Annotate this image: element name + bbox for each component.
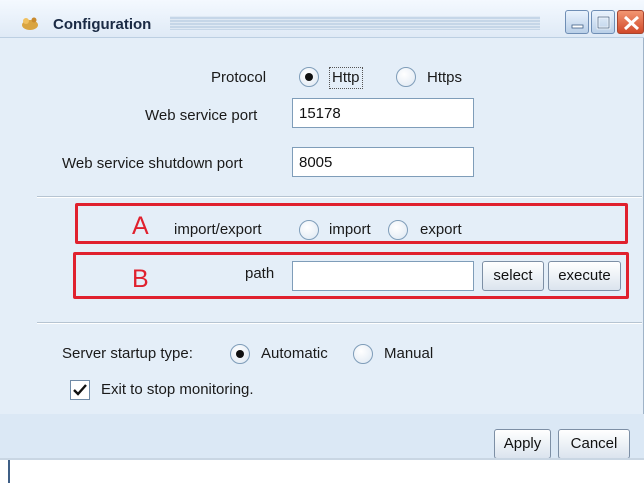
import-radio[interactable] — [299, 220, 319, 240]
cancel-button[interactable]: Cancel — [558, 429, 630, 459]
section-b-marker: B — [132, 265, 149, 293]
startup-automatic-label[interactable]: Automatic — [261, 345, 328, 362]
export-radio[interactable] — [388, 220, 408, 240]
path-label: path — [245, 265, 275, 282]
maximize-icon — [596, 15, 611, 30]
separator-top — [37, 196, 642, 198]
checkmark-icon — [73, 384, 87, 396]
startup-automatic-radio[interactable] — [230, 344, 250, 364]
web-service-port-label: Web service port — [145, 107, 258, 124]
startup-manual-label[interactable]: Manual — [384, 345, 433, 362]
select-button[interactable]: select — [482, 261, 544, 291]
close-icon — [623, 15, 640, 31]
protocol-http-label[interactable]: Http — [329, 67, 363, 89]
exit-stop-monitoring-checkbox[interactable] — [70, 380, 90, 400]
import-export-label: import/export — [174, 221, 262, 238]
window-bottom-edge — [0, 458, 644, 460]
protocol-label: Protocol — [211, 69, 267, 86]
web-service-port-input[interactable] — [292, 98, 474, 128]
separator-bottom — [37, 322, 642, 324]
import-label[interactable]: import — [329, 221, 371, 238]
title-bar-grip — [170, 16, 540, 30]
title-bar[interactable]: Configuration — [0, 0, 644, 38]
web-service-shutdown-port-label: Web service shutdown port — [62, 155, 243, 172]
window-title: Configuration — [53, 16, 152, 33]
configuration-window: Configuration Protocol Http Https Web se… — [0, 0, 644, 459]
close-button[interactable] — [617, 10, 644, 34]
minimize-icon — [571, 24, 584, 29]
protocol-https-label[interactable]: Https — [427, 69, 462, 86]
startup-type-label: Server startup type: — [62, 345, 193, 362]
app-icon — [22, 17, 38, 30]
export-label[interactable]: export — [420, 221, 462, 238]
maximize-button[interactable] — [591, 10, 615, 34]
window-edge-marker — [8, 460, 10, 483]
web-service-shutdown-port-input[interactable] — [292, 147, 474, 177]
section-a-marker: A — [132, 212, 149, 240]
path-input[interactable] — [292, 261, 474, 291]
startup-manual-radio[interactable] — [353, 344, 373, 364]
execute-button[interactable]: execute — [548, 261, 621, 291]
protocol-http-radio[interactable] — [299, 67, 319, 87]
apply-button[interactable]: Apply — [494, 429, 551, 459]
minimize-button[interactable] — [565, 10, 589, 34]
exit-stop-monitoring-label[interactable]: Exit to stop monitoring. — [101, 381, 254, 398]
protocol-https-radio[interactable] — [396, 67, 416, 87]
